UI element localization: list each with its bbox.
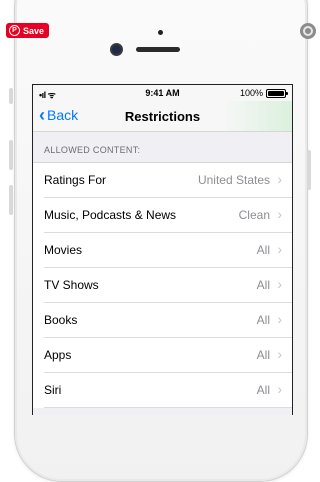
chevron-right-icon: › xyxy=(277,381,282,397)
row-ratings-for[interactable]: Ratings For United States › xyxy=(33,163,292,198)
volume-down-button xyxy=(9,185,13,215)
pinterest-icon: P xyxy=(9,25,20,36)
battery-status: 100% xyxy=(239,88,288,98)
row-label: Apps xyxy=(44,348,72,362)
row-value: All xyxy=(256,278,270,292)
allowed-content-list: Ratings For United States › Music, Podca… xyxy=(33,162,292,408)
row-value: Clean xyxy=(238,208,270,222)
volume-button xyxy=(9,88,13,104)
chevron-right-icon: › xyxy=(277,206,282,222)
row-movies[interactable]: Movies All › xyxy=(33,233,292,268)
navigation-bar: ‹ Back Restrictions xyxy=(33,101,292,132)
section-header: ALLOWED CONTENT: xyxy=(33,132,292,162)
phone-screen: •ıl ᯤ 9:41 AM 100% ‹ Back Restrictions A… xyxy=(32,84,293,415)
earpiece-speaker xyxy=(136,47,180,52)
chevron-right-icon: › xyxy=(277,276,282,292)
chevron-right-icon: › xyxy=(277,241,282,257)
row-music-podcasts-news[interactable]: Music, Podcasts & News Clean › xyxy=(33,198,292,233)
chevron-right-icon: › xyxy=(277,311,282,327)
proximity-sensor xyxy=(158,30,163,35)
save-label: Save xyxy=(23,25,45,36)
battery-icon xyxy=(266,88,288,98)
row-value: All xyxy=(256,313,270,327)
row-value: United States xyxy=(197,173,270,187)
row-label: TV Shows xyxy=(44,278,99,292)
row-siri[interactable]: Siri All › xyxy=(33,373,292,408)
volume-up-button xyxy=(9,140,13,170)
row-label: Music, Podcasts & News xyxy=(44,208,177,222)
row-books[interactable]: Books All › xyxy=(33,303,292,338)
row-tv-shows[interactable]: TV Shows All › xyxy=(33,268,292,303)
row-label: Ratings For xyxy=(44,173,107,187)
row-label: Movies xyxy=(44,243,83,257)
chevron-right-icon: › xyxy=(277,171,282,187)
row-divider xyxy=(44,407,292,408)
row-label: Books xyxy=(44,313,78,327)
row-value: All xyxy=(256,348,270,362)
row-label: Siri xyxy=(44,383,62,397)
row-apps[interactable]: Apps All › xyxy=(33,338,292,373)
page-title: Restrictions xyxy=(124,109,201,124)
section-header-label: ALLOWED CONTENT: xyxy=(44,145,141,155)
power-button xyxy=(307,150,311,190)
battery-percent: 100% xyxy=(239,88,263,98)
status-bar: •ıl ᯤ 9:41 AM 100% xyxy=(33,85,292,101)
row-value: All xyxy=(256,383,270,397)
row-value: All xyxy=(256,243,270,257)
expand-icon[interactable] xyxy=(300,23,316,39)
save-button[interactable]: P Save xyxy=(6,23,50,38)
front-camera xyxy=(112,45,121,54)
chevron-right-icon: › xyxy=(277,346,282,362)
